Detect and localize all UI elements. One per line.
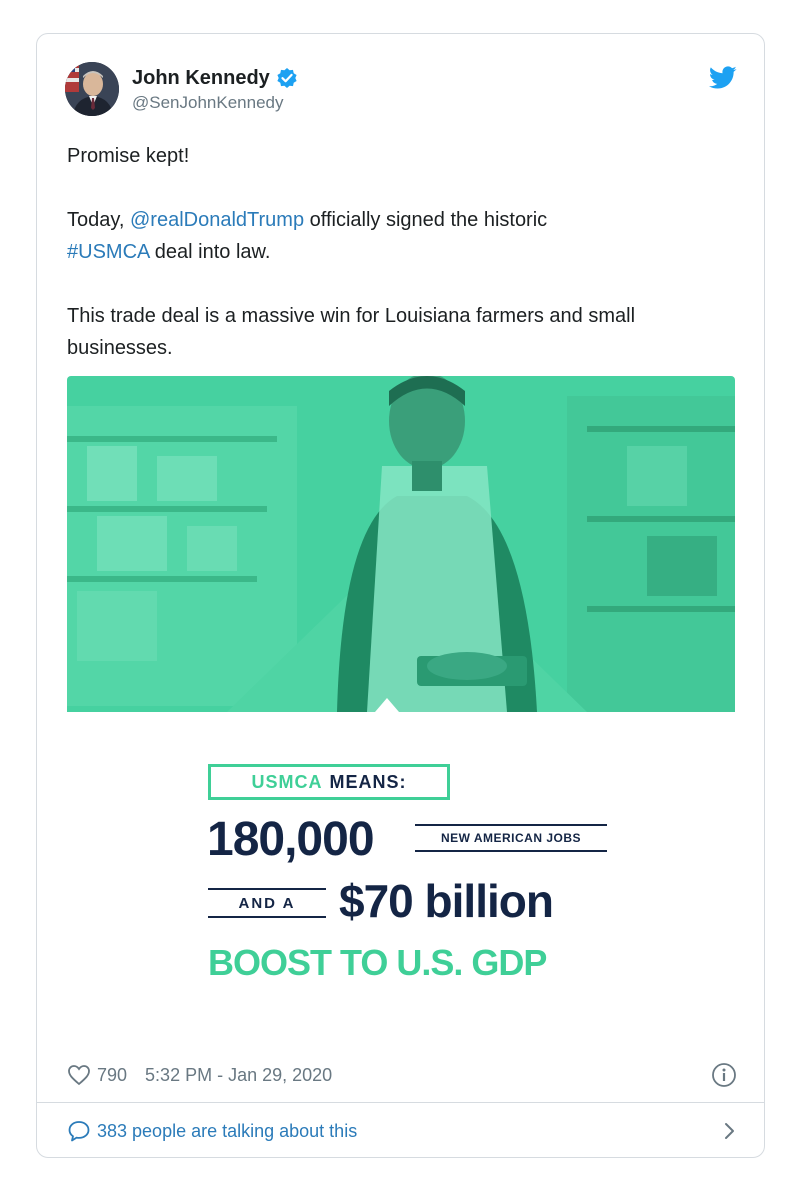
tweet-header: John Kennedy @SenJohnKennedy (65, 62, 737, 118)
author-block: John Kennedy @SenJohnKennedy (132, 65, 298, 113)
gdp-tagline: BOOST TO U.S. GDP (208, 942, 547, 983)
heart-icon[interactable] (67, 1064, 91, 1086)
divider (37, 1102, 764, 1103)
jobs-figure: 180,000 (207, 813, 375, 866)
conversation-link[interactable]: 383 people are talking about this (67, 1116, 737, 1146)
tweet-card[interactable]: John Kennedy @SenJohnKennedy Promise kep… (36, 33, 765, 1158)
tweet-paragraph-2: Today, @realDonaldTrump officially signe… (67, 204, 742, 268)
jobs-caption: NEW AMERICAN JOBS (415, 824, 607, 852)
avatar[interactable] (65, 62, 119, 116)
gdp-figure: $70 billion (339, 875, 554, 927)
like-count[interactable]: 790 (97, 1065, 127, 1086)
author-name[interactable]: John Kennedy (132, 67, 270, 90)
verified-badge-icon (276, 67, 298, 89)
tweet-meta: 790 5:32 PM - Jan 29, 2020 (67, 1060, 737, 1090)
tweet-media[interactable]: USMCA MEANS: 180,000 NEW AMERICAN JOBS A… (67, 376, 735, 1040)
tweet-timestamp[interactable]: 5:32 PM - Jan 29, 2020 (145, 1065, 332, 1086)
twitter-bird-icon[interactable] (708, 66, 737, 90)
speech-bubble-icon (67, 1120, 91, 1142)
tweet-text-segment: deal into law. (149, 241, 271, 263)
chevron-right-icon[interactable] (723, 1121, 737, 1141)
tweet-text-segment: officially signed the historic (304, 209, 548, 231)
tweet-paragraph-3: This trade deal is a massive win for Lou… (67, 305, 636, 359)
info-icon[interactable] (711, 1062, 737, 1088)
label-usmca: USMCA (251, 771, 323, 792)
connector-label: AND A (208, 888, 326, 918)
tweet-body: Promise kept! Today, @realDonaldTrump of… (67, 140, 742, 364)
warehouse-worker-photo (67, 376, 735, 712)
author-handle[interactable]: @SenJohnKennedy (132, 93, 298, 113)
conversation-count[interactable]: 383 people are talking about this (97, 1121, 357, 1142)
label-means: MEANS: (329, 771, 407, 792)
tweet-text-segment: Today, (67, 209, 130, 231)
tweet-line-1: Promise kept! (67, 145, 190, 167)
hashtag-link[interactable]: #USMCA (67, 241, 149, 263)
mention-link[interactable]: @realDonaldTrump (130, 209, 304, 231)
usmca-means-label: USMCA MEANS: (208, 764, 450, 800)
usmca-infographic: USMCA MEANS: 180,000 NEW AMERICAN JOBS A… (67, 712, 735, 1040)
